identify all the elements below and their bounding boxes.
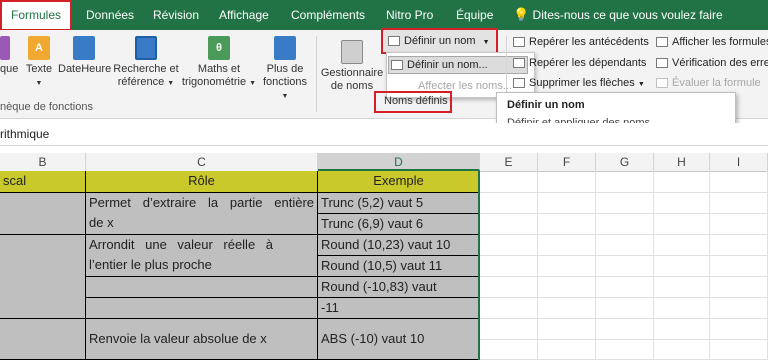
chevron-down-icon: ▼: [167, 80, 175, 87]
logical-icon: [0, 36, 10, 60]
column-header-e[interactable]: E: [480, 153, 538, 171]
chevron-down-icon: ▼: [637, 81, 645, 88]
tab-formules[interactable]: Formules: [0, 0, 72, 31]
cell-example-round-3[interactable]: Round (-10,83) vaut: [318, 277, 480, 298]
tooltip-title: Définir un nom: [507, 99, 585, 111]
row-gridline: [480, 234, 768, 235]
text-icon: A: [28, 36, 50, 60]
name-manager-icon: [341, 40, 363, 64]
evaluate-formula-icon: [656, 78, 668, 89]
worksheet-grid: scal Rôle Exemple Permet d’extraire la p…: [0, 171, 768, 360]
group-separator: [316, 36, 317, 112]
ribbon-tab-bar: Formules Données Révision Affichage Comp…: [0, 0, 768, 31]
date-time-button[interactable]: DateHeure: [58, 36, 111, 76]
trace-dependents-icon: [513, 58, 525, 69]
text-button[interactable]: A Texte ▼: [24, 36, 54, 90]
lightbulb-icon: 💡: [513, 7, 530, 22]
column-header-d[interactable]: D: [318, 153, 480, 171]
cell-role-empty-2[interactable]: [86, 298, 318, 319]
cell-example-round-2[interactable]: Round (10,5) vaut 11: [318, 256, 480, 277]
name-tag-icon: [391, 60, 403, 71]
remove-arrows-button[interactable]: Supprimer les flèches ▼: [513, 75, 645, 91]
cell-role-empty-1[interactable]: [86, 277, 318, 298]
lookup-reference-button[interactable]: Recherche et référence ▼: [112, 36, 180, 90]
trace-precedents-button[interactable]: Repérer les antécédents: [513, 34, 649, 50]
remove-arrows-icon: [513, 78, 525, 89]
tab-complements[interactable]: Compléments: [291, 0, 365, 30]
trace-dependents-button[interactable]: Repérer les dépendants: [513, 55, 646, 71]
show-formulas-icon: [656, 37, 668, 48]
row-gridline: [480, 213, 768, 214]
cell-b-abs[interactable]: [0, 319, 86, 360]
row-gridline: [480, 339, 768, 340]
column-h-cells[interactable]: [654, 171, 710, 360]
calendar-icon: [73, 36, 95, 60]
error-checking-icon: [656, 58, 668, 69]
column-g-cells[interactable]: [596, 171, 654, 360]
cell-example-abs[interactable]: ABS (-10) vaut 10: [318, 319, 480, 360]
chevron-down-icon: ▼: [281, 93, 289, 100]
row-gridline: [480, 297, 768, 298]
tell-me-box[interactable]: 💡 Dites-nous ce que vous voulez faire: [513, 0, 723, 30]
cell-example-trunc-2[interactable]: Trunc (6,9) vaut 6: [318, 214, 480, 235]
cell-example-round-1[interactable]: Round (10,23) vaut 10: [318, 235, 480, 256]
cell-example-round-4[interactable]: -11: [318, 298, 480, 319]
column-header-b[interactable]: B: [0, 153, 86, 171]
more-functions-icon: [274, 36, 296, 60]
trace-precedents-icon: [513, 37, 525, 48]
column-f-cells[interactable]: [538, 171, 596, 360]
row-gridline: [480, 192, 768, 193]
column-header-g[interactable]: G: [596, 153, 654, 171]
function-library-label: nèque de fonctions: [0, 101, 93, 113]
row-gridline: [480, 276, 768, 277]
header-cell-role[interactable]: Rôle: [86, 171, 318, 193]
math-trig-button[interactable]: θ Maths et trigonométrie ▼: [180, 36, 258, 90]
tab-revision[interactable]: Révision: [153, 0, 199, 30]
logical-button[interactable]: que: [0, 36, 18, 76]
name-tag-icon: [388, 36, 400, 47]
chevron-down-icon: ▼: [35, 80, 43, 87]
menu-item-define-name[interactable]: Définir un nom...: [388, 56, 528, 74]
column-header-f[interactable]: F: [538, 153, 596, 171]
chevron-down-icon: ▼: [482, 39, 490, 46]
column-header-i[interactable]: I: [710, 153, 768, 171]
evaluate-formula-button[interactable]: Évaluer la formule: [656, 75, 761, 91]
cell-b-trunc[interactable]: [0, 193, 86, 235]
error-checking-button[interactable]: Vérification des erreurs: [656, 55, 768, 71]
chevron-down-icon: ▼: [249, 80, 257, 87]
column-header-c[interactable]: C: [86, 153, 318, 171]
cell-role-trunc[interactable]: Permet d’extraire la partie entière de x: [86, 193, 318, 235]
column-headers: B C D E F G H I: [0, 153, 768, 172]
defined-names-label: Noms définis: [384, 95, 448, 107]
formula-bar-content: rithmique: [0, 127, 50, 141]
magnifier-book-icon: [135, 36, 157, 60]
cell-b-round[interactable]: [0, 235, 86, 319]
more-functions-button[interactable]: Plus de fonctions ▼: [258, 36, 312, 103]
name-manager-button[interactable]: Gestionnaire de noms: [320, 40, 384, 93]
theta-icon: θ: [208, 36, 230, 60]
formula-bar[interactable]: rithmique: [0, 123, 768, 146]
cell-example-trunc-1[interactable]: Trunc (5,2) vaut 5: [318, 193, 480, 214]
tab-donnees[interactable]: Données: [86, 0, 134, 30]
row-gridline: [480, 255, 768, 256]
cell-role-abs[interactable]: Renvoie la valeur absolue de x: [86, 319, 318, 360]
tab-equipe[interactable]: Équipe: [456, 0, 493, 30]
tab-affichage[interactable]: Affichage: [219, 0, 269, 30]
header-cell-example[interactable]: Exemple: [318, 171, 480, 193]
column-e-cells[interactable]: [480, 171, 538, 360]
cell-role-round[interactable]: Arrondit une valeur réelle à l’entier le…: [86, 235, 318, 277]
show-formulas-button[interactable]: Afficher les formules: [656, 34, 768, 50]
header-cell-b[interactable]: scal: [0, 171, 86, 193]
define-name-label: Définir un nom ▼: [388, 33, 490, 49]
row-gridline: [480, 318, 768, 319]
column-i-cells[interactable]: [710, 171, 768, 360]
column-header-h[interactable]: H: [654, 153, 710, 171]
tab-nitro-pro[interactable]: Nitro Pro: [386, 0, 433, 30]
